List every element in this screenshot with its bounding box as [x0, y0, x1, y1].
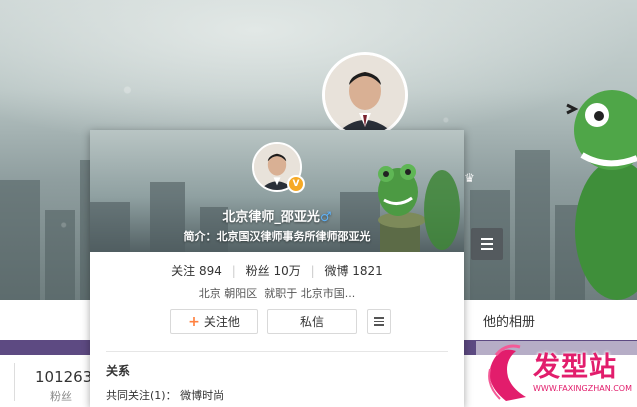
message-button[interactable]: 私信	[267, 309, 357, 334]
tab-albums[interactable]: 他的相册	[483, 311, 535, 330]
user-counts: 关注 894 | 粉丝 10万 | 微博 1821	[171, 264, 383, 278]
verified-v-icon: V	[287, 175, 305, 193]
follow-button[interactable]: + 关注他	[170, 309, 258, 334]
watermark-url: WWW.FAXINGZHAN.COM	[533, 384, 632, 393]
common-follow-link[interactable]: 共同关注(1)： 微博时尚	[106, 387, 224, 403]
stat-number[interactable]: 101263	[35, 368, 92, 386]
frog-figurine	[566, 90, 637, 300]
fans-count-link[interactable]: 粉丝 10万	[246, 264, 301, 278]
watermark-text: 发型站	[533, 352, 617, 383]
male-icon: ♂	[319, 210, 332, 225]
more-options-button[interactable]	[367, 309, 391, 334]
user-hover-card: V 北京律师_邵亚光♂ 简介：北京国汉律师事务所律师邵亚光 关注 894 | 粉…	[90, 130, 464, 407]
stat-label: 粉丝	[50, 390, 72, 403]
profile-menu-button[interactable]	[471, 228, 503, 260]
crown-icon: ♛	[464, 171, 475, 185]
profile-avatar[interactable]	[322, 52, 408, 138]
user-bio: 简介：北京国汉律师事务所律师邵亚光	[183, 230, 371, 243]
follow-count-link[interactable]: 关注 894	[171, 264, 222, 278]
plus-icon: +	[188, 313, 200, 330]
user-location: 北京 朝阳区 就职于 北京市国...	[198, 287, 356, 300]
relation-title: 关系	[106, 364, 131, 378]
weibo-count-link[interactable]: 微博 1821	[324, 264, 382, 278]
user-name[interactable]: 北京律师_邵亚光♂	[90, 206, 464, 225]
